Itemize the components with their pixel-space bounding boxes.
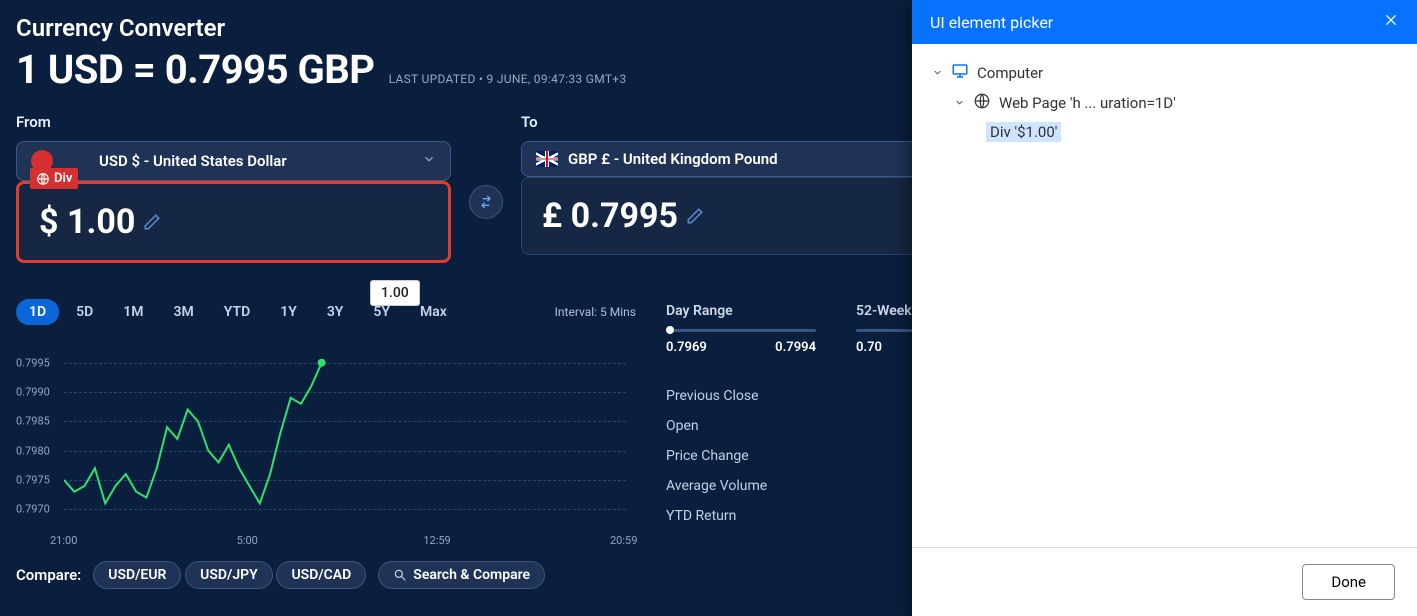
- y-tick-label: 0.7995: [16, 356, 50, 369]
- y-tick-label: 0.7990: [16, 386, 50, 399]
- chevron-down-icon: [422, 152, 436, 170]
- picker-title: UI element picker: [930, 13, 1053, 32]
- picker-tree[interactable]: Computer Web Page 'h ... uration=1D' Div…: [912, 44, 1417, 547]
- week52-range-low: 0.70: [856, 340, 882, 355]
- compare-label: Compare:: [16, 566, 81, 584]
- from-currency-text: USD $ - United States Dollar: [99, 152, 287, 170]
- to-currency-select[interactable]: GBP £ - United Kingdom Pound: [521, 141, 956, 177]
- chevron-down-icon: [932, 64, 943, 82]
- chart-line: [64, 343, 624, 533]
- time-tab-1d[interactable]: 1D: [16, 299, 59, 325]
- value-tooltip: 1.00: [370, 280, 420, 306]
- ui-element-picker-panel: UI element picker Computer Web Page 'h .…: [912, 0, 1417, 616]
- element-highlight-badge: Div: [30, 168, 78, 189]
- to-amount-input[interactable]: £ 0.7995: [521, 177, 956, 255]
- x-tick-label: 12:59: [423, 534, 450, 547]
- rate-chart[interactable]: 0.79950.79900.79850.79800.79750.797021:0…: [16, 343, 626, 543]
- search-compare-button[interactable]: Search & Compare: [378, 561, 545, 589]
- stat-label: Previous Close: [666, 388, 759, 404]
- compare-pair-usd-eur[interactable]: USD/EUR: [93, 561, 181, 589]
- last-updated: LAST UPDATED • 9 JUNE, 09:47:33 GMT+3: [389, 72, 627, 86]
- day-range: Day Range 0.7969 0.7994: [666, 303, 816, 355]
- time-tab-5d[interactable]: 5D: [63, 299, 106, 325]
- x-tick-label: 20:59: [610, 534, 637, 547]
- pencil-icon: [686, 207, 704, 225]
- y-tick-label: 0.7985: [16, 415, 50, 428]
- y-tick-label: 0.7970: [16, 503, 50, 516]
- compare-pair-usd-jpy[interactable]: USD/JPY: [185, 561, 273, 589]
- stat-label: YTD Return: [666, 508, 736, 524]
- to-label: To: [521, 113, 956, 131]
- tree-node-webpage[interactable]: Web Page 'h ... uration=1D': [932, 88, 1397, 118]
- from-amount-input[interactable]: $ 1.00: [16, 181, 451, 263]
- time-tab-1m[interactable]: 1M: [110, 299, 156, 325]
- globe-icon: [36, 172, 50, 186]
- close-icon: [1383, 12, 1399, 28]
- from-label: From: [16, 113, 451, 131]
- computer-icon: [951, 62, 969, 84]
- stat-label: Price Change: [666, 448, 749, 464]
- swap-button[interactable]: [469, 185, 503, 219]
- day-range-high: 0.7994: [775, 340, 816, 355]
- tree-node-div[interactable]: Div '$1.00': [932, 118, 1397, 146]
- day-range-low: 0.7969: [666, 340, 707, 355]
- time-range-tabs: 1D5D1M3MYTD1Y3Y5YMaxInterval: 5 Mins: [16, 299, 646, 325]
- time-tab-ytd[interactable]: YTD: [211, 299, 263, 325]
- y-tick-label: 0.7975: [16, 473, 50, 486]
- x-tick-label: 21:00: [50, 534, 77, 547]
- compare-row: Compare: USD/EUR USD/JPY USD/CAD Search …: [16, 561, 646, 589]
- gbp-flag-icon: [536, 151, 558, 167]
- chevron-down-icon: [954, 94, 965, 112]
- done-button[interactable]: Done: [1302, 564, 1395, 600]
- interval-label: Interval: 5 Mins: [555, 305, 636, 319]
- time-tab-1y[interactable]: 1Y: [267, 299, 310, 325]
- stat-label: Average Volume: [666, 478, 767, 494]
- conversion-rate: 1 USD = 0.7995 GBP: [16, 46, 375, 93]
- swap-icon: [478, 194, 494, 210]
- x-tick-label: 5:00: [237, 534, 258, 547]
- stat-label: Open: [666, 418, 699, 434]
- time-tab-3m[interactable]: 3M: [161, 299, 207, 325]
- globe-icon: [973, 92, 991, 114]
- day-range-label: Day Range: [666, 303, 816, 319]
- compare-pair-usd-cad[interactable]: USD/CAD: [276, 561, 366, 589]
- pencil-icon: [143, 213, 161, 231]
- search-icon: [393, 568, 407, 582]
- picker-close-button[interactable]: [1383, 12, 1399, 32]
- time-tab-3y[interactable]: 3Y: [314, 299, 357, 325]
- to-currency-text: GBP £ - United Kingdom Pound: [568, 150, 778, 168]
- tree-node-computer[interactable]: Computer: [932, 58, 1397, 88]
- from-currency-select[interactable]: USD $ - United States Dollar: [16, 141, 451, 181]
- y-tick-label: 0.7980: [16, 444, 50, 457]
